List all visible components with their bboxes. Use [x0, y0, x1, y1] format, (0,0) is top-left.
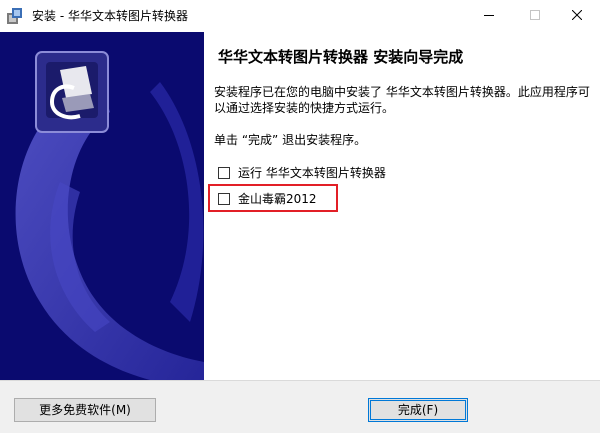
installer-app-icon: [7, 8, 22, 24]
maximize-button: [512, 0, 558, 30]
run-app-checkbox[interactable]: [218, 167, 230, 179]
completion-description: 安装程序已在您的电脑中安装了 华华文本转图片转换器。此应用程序可以通过选择安装的…: [214, 85, 590, 115]
window-title: 安装 - 华华文本转图片转换器: [32, 9, 188, 23]
close-icon: [572, 10, 582, 20]
antivirus-option[interactable]: 金山毒霸2012: [218, 190, 317, 208]
minimize-icon: [484, 15, 494, 16]
exit-prompt: 单击 “完成” 退出安装程序。: [214, 133, 367, 147]
minimize-button[interactable]: [466, 0, 512, 30]
more-free-software-button[interactable]: 更多免费软件(M): [14, 398, 156, 422]
finish-button-label: 完成(F): [397, 403, 439, 417]
maximize-icon: [530, 10, 540, 20]
close-button[interactable]: [554, 0, 600, 30]
run-app-label[interactable]: 运行 华华文本转图片转换器: [238, 165, 386, 181]
wizard-banner: [0, 32, 204, 380]
antivirus-label[interactable]: 金山毒霸2012: [238, 191, 317, 207]
installer-graphic-icon: [35, 51, 109, 133]
page-title: 华华文本转图片转换器 安装向导完成: [218, 48, 464, 66]
run-app-option[interactable]: 运行 华华文本转图片转换器: [218, 164, 386, 182]
antivirus-checkbox[interactable]: [218, 193, 230, 205]
title-bar: 安装 - 华华文本转图片转换器: [0, 0, 600, 32]
wizard-banner-art: [0, 32, 204, 380]
wizard-content: 华华文本转图片转换器 安装向导完成 安装程序已在您的电脑中安装了 华华文本转图片…: [204, 32, 600, 380]
installer-window: 安装 - 华华文本转图片转换器 华华文本转图片转换器 安装向导完成 安装程序已在…: [0, 0, 600, 433]
wizard-footer: 更多免费软件(M) 完成(F): [0, 380, 600, 433]
finish-button[interactable]: 完成(F): [368, 398, 468, 422]
